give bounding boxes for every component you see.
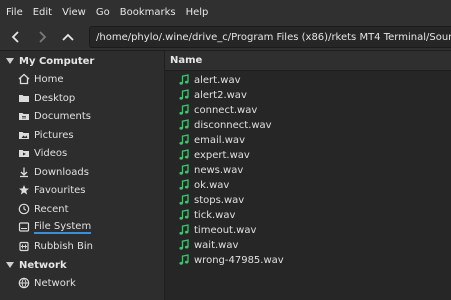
chevron-left-icon	[11, 31, 19, 43]
audio-file-icon	[178, 224, 190, 236]
audio-file-icon	[178, 134, 190, 146]
sidebar-item-label: Favourites	[34, 184, 86, 196]
clock-icon	[18, 203, 30, 215]
file-row[interactable]: timeout.wav	[178, 223, 256, 237]
sidebar-item-documents[interactable]: Documents	[18, 108, 158, 124]
audio-file-icon	[178, 239, 190, 251]
network-icon	[18, 277, 30, 289]
file-list-pane: Name alert.wav alert2.wav connect.wav disco…	[165, 51, 451, 300]
file-row[interactable]: stops.wav	[178, 193, 244, 207]
location-bar[interactable]: /home/phylo/.wine/drive_c/Program Files …	[89, 26, 451, 48]
sidebar-item-pictures[interactable]: Pictures	[18, 127, 158, 143]
videos-icon	[18, 147, 30, 159]
expand-triangle-icon	[6, 262, 14, 268]
file-name: wait.wav	[194, 239, 239, 251]
sidebar-item-label: Desktop	[34, 92, 76, 104]
toolbar: /home/phylo/.wine/drive_c/Program Files …	[0, 24, 451, 51]
sidebar-item-label: Videos	[34, 147, 68, 159]
audio-file-icon	[178, 119, 190, 131]
sidebar-item-label: Downloads	[34, 166, 89, 178]
file-row[interactable]: wrong-47985.wav	[178, 253, 284, 267]
sidebar-item-file-system[interactable]: File System	[18, 219, 158, 235]
documents-icon	[18, 110, 30, 122]
menubar: File Edit View Go Bookmarks Help	[0, 0, 451, 24]
sidebar-item-label: Documents	[34, 110, 92, 122]
file-name: disconnect.wav	[194, 119, 272, 131]
audio-file-icon	[178, 104, 190, 116]
menu-go[interactable]: Go	[91, 7, 115, 18]
desktop-icon	[18, 92, 30, 104]
chevron-right-icon	[39, 31, 47, 43]
menu-bookmarks[interactable]: Bookmarks	[115, 7, 181, 18]
audio-file-icon	[178, 74, 190, 86]
section-network[interactable]: Network	[6, 257, 67, 273]
sidebar-item-recent[interactable]: Recent	[18, 201, 158, 217]
forward-button[interactable]	[32, 28, 52, 46]
menu-edit[interactable]: Edit	[28, 7, 57, 18]
file-name: timeout.wav	[194, 224, 257, 236]
path-suffix: rkets MT4 Terminal/Sounds	[331, 31, 451, 43]
file-name: wrong-47985.wav	[194, 254, 284, 266]
sidebar: My Computer Home Desktop Documents Pictu…	[0, 51, 165, 300]
section-my-computer[interactable]: My Computer	[6, 53, 94, 69]
file-name: alert2.wav	[194, 89, 247, 101]
file-name: stops.wav	[194, 194, 245, 206]
menu-help[interactable]: Help	[181, 7, 214, 18]
audio-file-icon	[178, 89, 190, 101]
trash-icon	[18, 240, 30, 252]
column-header-name[interactable]: Name	[165, 51, 451, 71]
sidebar-item-label: File System	[34, 220, 92, 234]
audio-file-icon	[178, 164, 190, 176]
back-button[interactable]	[6, 28, 26, 46]
sidebar-item-favourites[interactable]: Favourites	[18, 182, 158, 198]
file-row[interactable]: alert.wav	[178, 73, 241, 87]
file-row[interactable]: disconnect.wav	[178, 118, 272, 132]
file-row[interactable]: expert.wav	[178, 148, 250, 162]
sidebar-item-label: Home	[34, 73, 64, 85]
audio-file-icon	[178, 179, 190, 191]
audio-file-icon	[178, 194, 190, 206]
sidebar-item-label: Recent	[34, 203, 69, 215]
sidebar-item-label: Network	[34, 277, 76, 289]
drive-icon	[18, 221, 30, 233]
file-name: ok.wav	[194, 179, 230, 191]
section-label: My Computer	[19, 55, 95, 67]
home-icon	[18, 73, 30, 85]
sidebar-item-desktop[interactable]: Desktop	[18, 90, 158, 106]
menu-file[interactable]: File	[0, 7, 28, 18]
file-row[interactable]: alert2.wav	[178, 88, 247, 102]
expand-triangle-icon	[6, 58, 14, 64]
file-row[interactable]: ok.wav	[178, 178, 229, 192]
file-name: news.wav	[194, 164, 244, 176]
sidebar-item-home[interactable]: Home	[18, 71, 158, 87]
section-label: Network	[19, 259, 67, 271]
sidebar-item-label: Rubbish Bin	[34, 240, 94, 252]
sidebar-item-downloads[interactable]: Downloads	[18, 164, 158, 180]
file-row[interactable]: tick.wav	[178, 208, 235, 222]
file-name: alert.wav	[194, 74, 241, 86]
audio-file-icon	[178, 254, 190, 266]
path-prefix: /home/phylo/.wine/drive_c/Program Files …	[96, 31, 332, 43]
sidebar-item-videos[interactable]: Videos	[18, 145, 158, 161]
sidebar-item-label: Pictures	[34, 129, 74, 141]
downloads-icon	[18, 166, 30, 178]
file-name: expert.wav	[194, 149, 250, 161]
audio-file-icon	[178, 209, 190, 221]
up-button[interactable]	[58, 28, 78, 46]
star-icon	[18, 184, 30, 196]
file-row[interactable]: connect.wav	[178, 103, 257, 117]
sidebar-item-network[interactable]: Network	[18, 275, 158, 291]
column-header-label: Name	[170, 55, 203, 66]
file-row[interactable]: news.wav	[178, 163, 243, 177]
chevron-up-icon	[62, 33, 74, 41]
sidebar-item-rubbish-bin[interactable]: Rubbish Bin	[18, 238, 158, 254]
file-name: connect.wav	[194, 104, 258, 116]
file-name: email.wav	[194, 134, 245, 146]
audio-file-icon	[178, 149, 190, 161]
pictures-icon	[18, 129, 30, 141]
file-row[interactable]: email.wav	[178, 133, 245, 147]
menu-view[interactable]: View	[57, 7, 91, 18]
file-name: tick.wav	[194, 209, 236, 221]
file-row[interactable]: wait.wav	[178, 238, 238, 252]
